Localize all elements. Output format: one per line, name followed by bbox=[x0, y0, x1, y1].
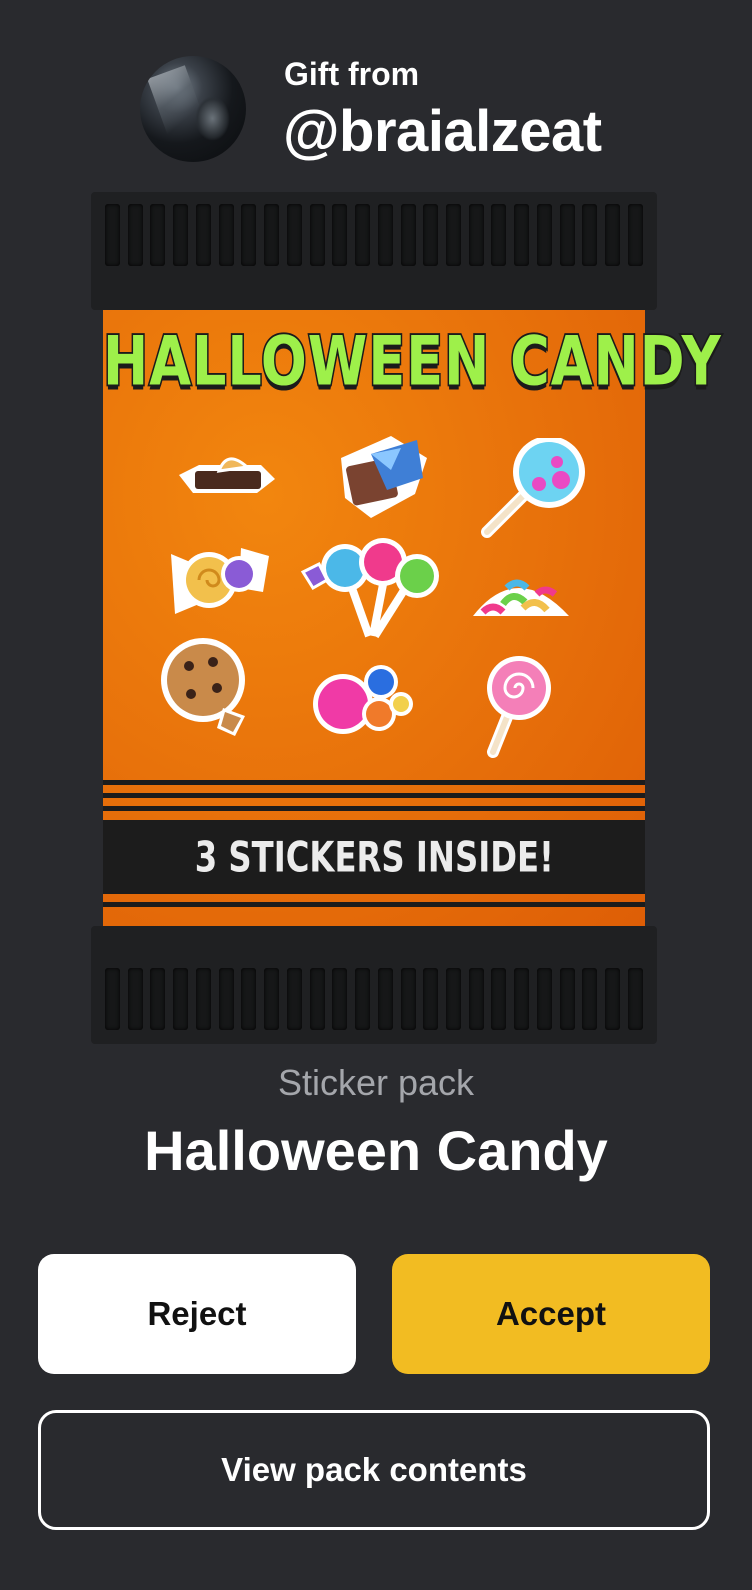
pack-bottom-crimp bbox=[91, 926, 657, 1044]
sender-avatar[interactable] bbox=[140, 56, 246, 162]
pack-name: Halloween Candy bbox=[144, 1119, 608, 1182]
view-pack-contents-button[interactable]: View pack contents bbox=[38, 1410, 710, 1530]
gumballs-sticker bbox=[313, 665, 413, 734]
sender-username[interactable]: @braialzeat bbox=[283, 98, 602, 165]
sticker-pack-artwork: HALLOWEEN CANDY 3 STICKERS INSIDE! bbox=[91, 192, 723, 1044]
gift-from-label: Gift from bbox=[284, 56, 420, 92]
pack-stripes-bottom bbox=[103, 876, 645, 915]
pack-banner-text: 3 STICKERS INSIDE! bbox=[194, 832, 554, 882]
swirl-lollipop-sticker bbox=[487, 656, 551, 758]
pack-top-crimp bbox=[91, 192, 657, 310]
pack-face: HALLOWEEN CANDY 3 STICKERS INSIDE! bbox=[102, 310, 723, 926]
cookie-sticker bbox=[161, 638, 245, 736]
pack-kind-label: Sticker pack bbox=[277, 1062, 475, 1103]
accept-button[interactable]: Accept bbox=[392, 1254, 710, 1374]
pack-stripes-top bbox=[103, 780, 645, 819]
blue-lollipop-sticker bbox=[481, 438, 585, 538]
chocolate-wrapper-sticker bbox=[341, 436, 427, 518]
gift-header: Gift from @braialzeat bbox=[140, 56, 740, 166]
reject-button[interactable]: Reject bbox=[38, 1254, 356, 1374]
chocolate-bar-sticker bbox=[179, 457, 275, 493]
lollipop-bunch-sticker bbox=[300, 538, 439, 639]
pack-artwork-title: HALLOWEEN CANDY bbox=[102, 320, 723, 403]
wrapped-candies-sticker bbox=[171, 548, 269, 614]
gummy-worms-sticker bbox=[473, 579, 569, 616]
